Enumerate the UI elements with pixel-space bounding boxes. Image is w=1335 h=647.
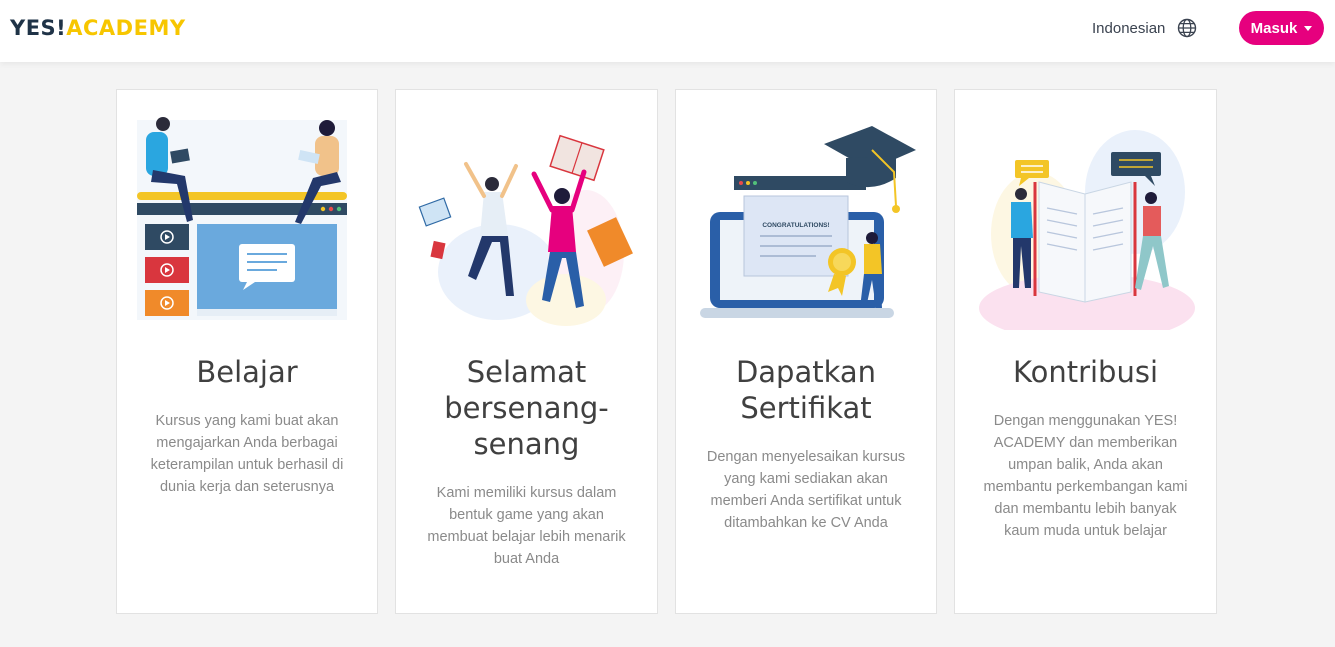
globe-icon — [1178, 18, 1197, 38]
login-label: Masuk — [1250, 19, 1298, 37]
card-title: Belajar — [196, 355, 298, 389]
brand-logo[interactable]: YES!ACADEMY — [10, 17, 186, 39]
feature-card-fun: Selamat bersenang-senang Kami memiliki k… — [395, 89, 658, 614]
card-title: Kontribusi — [1013, 355, 1158, 389]
card-description: Dengan menggunakan YES! ACADEMY dan memb… — [983, 413, 1188, 539]
card-description: Dengan menyelesaikan kursus yang kami se… — [706, 449, 906, 531]
card-description: Kami memiliki kursus dalam bentuk game y… — [427, 485, 626, 567]
card-description: Kursus yang kami buat akan mengajarkan A… — [150, 413, 344, 495]
login-button[interactable]: Masuk — [1239, 11, 1324, 45]
feature-card-contribute: Kontribusi Dengan menggunakan YES! ACADE… — [954, 89, 1217, 614]
top-navbar: YES!ACADEMY Indonesian Masuk — [0, 0, 1335, 62]
people-jumping-with-books-illustration — [418, 134, 633, 326]
laptop-certificate-graduation-illustration: CONGRATULATIONS! — [700, 126, 916, 318]
feature-card-learn: Belajar Kursus yang kami buat akan menga… — [116, 89, 378, 614]
language-selector[interactable]: Indonesian — [1092, 18, 1197, 38]
feature-card-certificate: CONGRATULATIONS! Dapatkan Sertifikat Den… — [675, 89, 937, 614]
card-title: Selamat bersenang-senang — [444, 355, 609, 461]
language-label: Indonesian — [1092, 19, 1166, 37]
card-title: Dapatkan Sertifikat — [735, 355, 877, 425]
caret-down-icon — [1304, 25, 1313, 31]
people-watching-video-lessons-illustration — [137, 117, 347, 320]
certificate-text: CONGRATULATIONS! — [762, 222, 829, 229]
people-with-giant-book-illustration — [979, 130, 1195, 330]
